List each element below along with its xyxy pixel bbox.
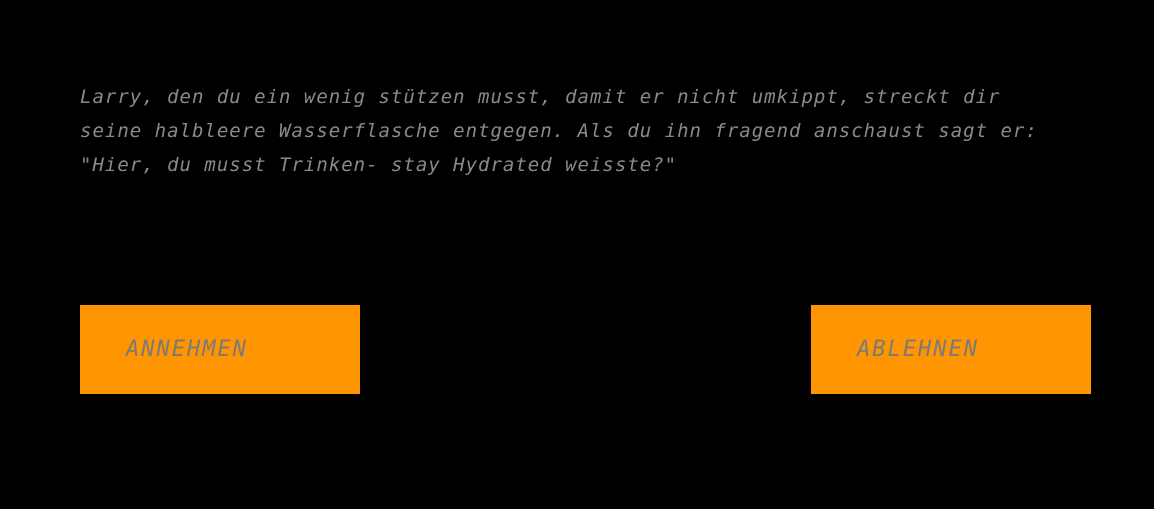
accept-button[interactable]: ANNEHMEN [80,305,360,394]
dialog-text: Larry, den du ein wenig stützen musst, d… [80,86,1038,176]
decline-button[interactable]: ABLEHNEN [811,305,1091,394]
